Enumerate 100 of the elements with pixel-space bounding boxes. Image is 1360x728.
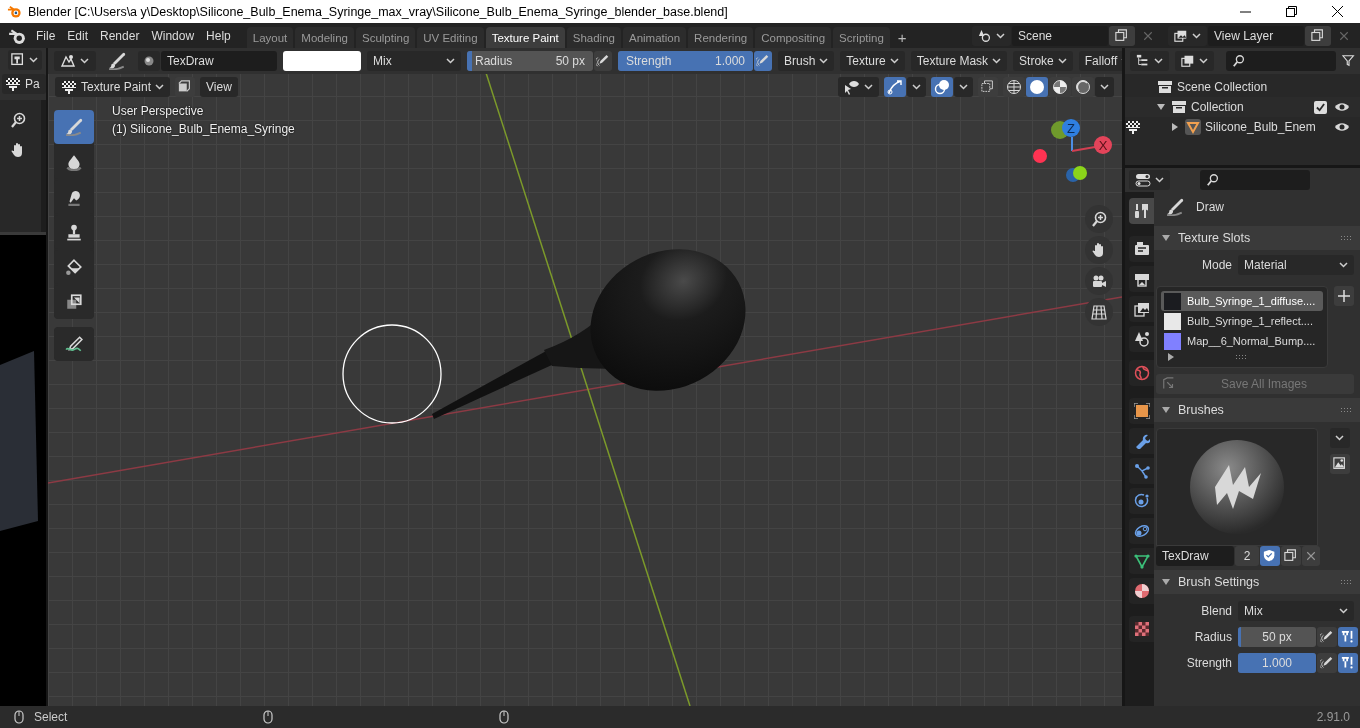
view-layer-name-field[interactable]: View Layer [1208,25,1304,46]
properties-tab[interactable] [1129,616,1154,642]
header-menu[interactable]: Stroke [1013,51,1073,71]
properties-tab[interactable] [1129,236,1154,262]
new-scene-button[interactable] [1109,25,1135,46]
strength-slider[interactable]: 1.000 [1238,653,1316,673]
editor-type-button[interactable] [1129,170,1170,190]
menu-item[interactable]: Render [94,25,146,46]
pressure-toggle[interactable] [1317,653,1337,673]
workspace-tab[interactable]: Rendering [688,27,754,48]
properties-tab[interactable] [1129,266,1154,292]
editor-type-button[interactable] [8,50,42,70]
pressure-toggle[interactable] [754,51,772,71]
pressure-toggle[interactable] [1317,627,1337,647]
strength-slider[interactable]: Strength 1.000 [618,51,753,71]
view-layer-browse-button[interactable] [1168,25,1207,46]
blend-dropdown[interactable]: Mix [367,51,461,71]
shading-dropdown[interactable] [1095,77,1114,97]
panel-header[interactable]: Brush Settings [1154,570,1360,594]
add-slot-button[interactable] [1334,286,1354,306]
workspace-tab[interactable]: Modeling [295,27,354,48]
workspace-tab[interactable]: Layout [246,27,294,48]
mode-dropdown[interactable]: Texture Paint [55,77,171,97]
brush-icon-button[interactable] [1330,454,1350,474]
header-menu[interactable]: Texture [840,51,905,71]
brush-color-swatch[interactable] [283,51,361,71]
radius-slider[interactable]: Radius 50 px [467,51,593,71]
local-view-toggle[interactable] [175,77,196,97]
texture-slot-item[interactable]: Bulb_Syringe_1_reflect.... [1161,311,1323,331]
shading-mode-button[interactable] [1072,77,1094,97]
perspective-toggle-button[interactable] [1085,298,1113,326]
unlink-brush-button[interactable] [1302,546,1320,566]
mode-dropdown[interactable]: Pa [2,74,46,94]
zoom-button[interactable] [1085,205,1113,233]
header-menu[interactable]: Texture Mask [910,51,1008,71]
workspace-tab[interactable]: Compositing [755,27,832,48]
workspace-tab[interactable]: Shading [566,27,621,48]
texture-slot-item[interactable]: Bulb_Syringe_1_diffuse.... [1161,291,1323,311]
unified-setting-toggle[interactable] [1338,653,1358,673]
workspace-tab[interactable]: Texture Paint [485,27,565,48]
unified-setting-toggle[interactable] [1338,627,1358,647]
gizmo-toggle[interactable] [884,77,906,97]
brush-name-field[interactable]: TexDraw [1156,546,1234,566]
workspace-tab[interactable]: Animation [622,27,687,48]
scene-name-field[interactable]: Scene [1012,25,1108,46]
workspace-tab[interactable]: Sculpting [355,27,416,48]
properties-tab[interactable] [1129,198,1154,224]
exclude-checkbox[interactable] [1314,100,1327,114]
pressure-toggle[interactable] [594,51,612,71]
properties-tab[interactable] [1129,518,1154,544]
blend-dropdown[interactable]: Mix [1238,601,1354,621]
properties-tab[interactable] [1129,428,1154,454]
axis-handle[interactable] [1073,166,1087,180]
brush-name-field[interactable]: TexDraw [161,51,277,71]
properties-tab[interactable] [1129,458,1154,484]
pan-button[interactable] [1085,236,1113,264]
properties-tab[interactable] [1129,326,1154,352]
camera-view-button[interactable] [1085,267,1113,295]
search-field[interactable] [1226,51,1336,71]
tool-button[interactable] [54,327,94,361]
mode-dropdown[interactable]: Material [1238,255,1354,275]
overlay-toggle[interactable] [931,77,953,97]
visibility-dropdown[interactable] [838,77,879,97]
menu-item[interactable]: Window [145,25,201,46]
properties-tab[interactable] [1129,398,1154,424]
menu-item[interactable]: Edit [61,25,95,46]
brush-list-button[interactable] [1330,428,1350,448]
overlay-dropdown[interactable] [954,77,973,97]
panel-header[interactable]: Texture Slots [1154,226,1360,250]
menu-item[interactable]: File [30,25,62,46]
panel-header[interactable]: Brushes [1154,398,1360,422]
add-workspace-button[interactable]: + [891,27,913,48]
axis-handle[interactable]: Z [1062,119,1080,137]
header-menu[interactable]: Falloff [1078,51,1122,71]
duplicate-brush-button[interactable] [1281,546,1301,566]
xray-toggle[interactable] [978,77,998,97]
shading-mode-button[interactable] [1026,77,1048,97]
brush-browse-button[interactable] [138,51,160,71]
axis-handle[interactable] [1033,149,1047,163]
view-menu[interactable]: View [200,77,238,97]
properties-tab[interactable] [1129,488,1154,514]
texture-slot-item[interactable]: Map__6_Normal_Bump.... [1161,331,1323,351]
header-menu[interactable]: Brush [778,51,835,71]
menu-item[interactable]: Help [200,25,237,46]
fake-user-toggle[interactable] [1260,546,1280,566]
scene-browse-button[interactable] [972,25,1011,46]
properties-tab[interactable] [1129,578,1154,604]
workspace-tab[interactable]: UV Editing [417,27,484,48]
user-count-button[interactable]: 2 [1235,546,1259,566]
properties-tab[interactable] [1129,296,1154,322]
display-mode-dropdown[interactable] [1130,51,1169,71]
workspace-tab[interactable]: Scripting [833,27,890,48]
filter-view-dropdown[interactable] [1175,51,1214,71]
properties-tab[interactable] [1129,548,1154,574]
gizmo-dropdown[interactable] [907,77,926,97]
shading-mode-button[interactable] [1003,77,1025,97]
search-field[interactable] [1200,170,1310,190]
new-view-layer-button[interactable] [1305,25,1331,46]
shading-mode-button[interactable] [1049,77,1071,97]
paint-mode-button[interactable] [54,51,96,71]
